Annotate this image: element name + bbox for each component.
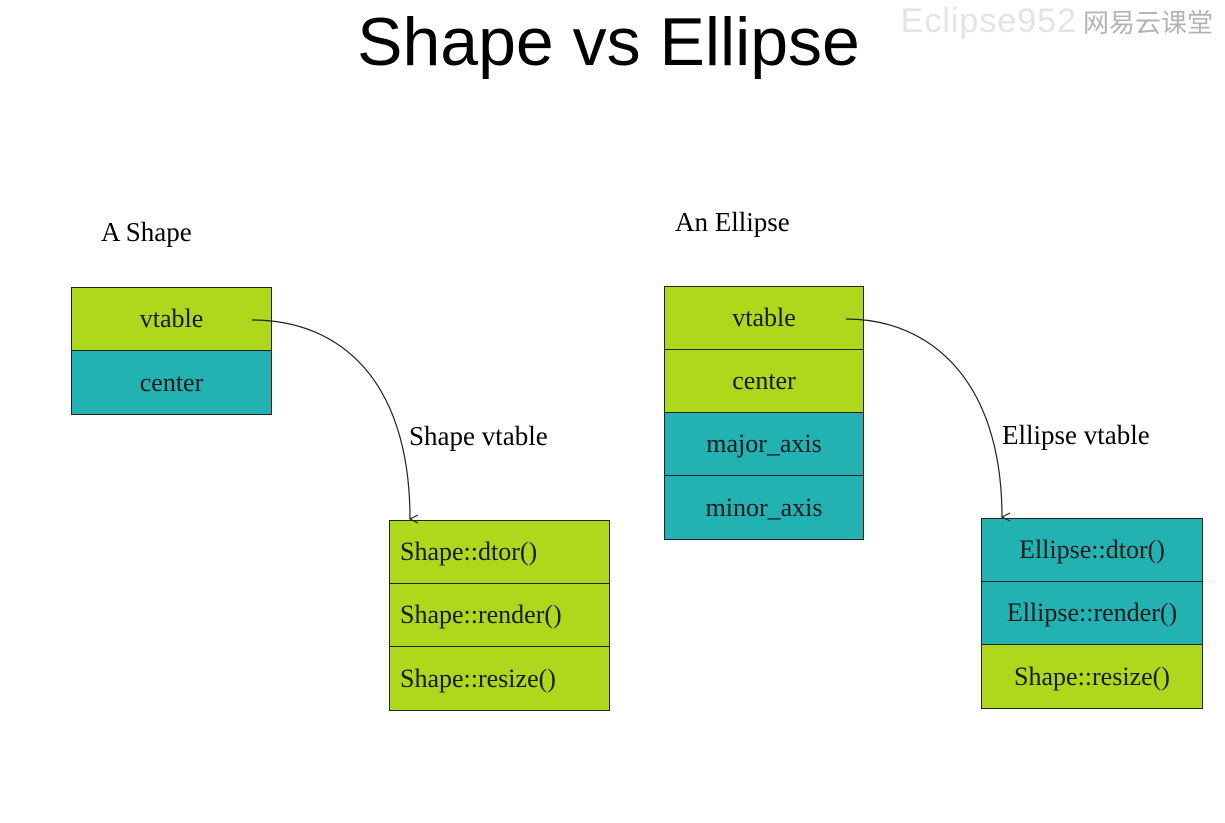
shape-vtable-label: Shape vtable [409,421,548,451]
ellipse-vtable-pointer-arrow [845,318,1002,517]
shape-vtable-entry-render: Shape::render() [390,584,609,647]
ellipse-object-box: vtable center major_axis minor_axis [664,286,864,540]
shape-field-center: center [72,351,271,414]
shape-vtable-box: Shape::dtor() Shape::render() Shape::res… [389,520,610,711]
ellipse-field-vtable: vtable [665,287,863,350]
ellipse-field-major-axis: major_axis [665,413,863,476]
shape-vtable-entry-dtor: Shape::dtor() [390,521,609,584]
ellipse-vtable-entry-resize: Shape::resize() [982,645,1202,708]
ellipse-vtable-entry-dtor: Ellipse::dtor() [982,519,1202,582]
watermark-text: Eclipse952 [900,2,1077,40]
slide-canvas: Shape vs Ellipse Eclipse952 网易云课堂 A Shap… [0,0,1225,823]
shape-object-box: vtable center [71,287,272,415]
watermark-logo: 网易云课堂 [1082,9,1213,39]
shape-field-vtable: vtable [72,288,271,351]
ellipse-field-minor-axis: minor_axis [665,476,863,539]
watermark: Eclipse952 网易云课堂 [901,2,1213,41]
ellipse-vtable-entry-render: Ellipse::render() [982,582,1202,645]
ellipse-object-label: An Ellipse [675,207,790,237]
ellipse-vtable-label: Ellipse vtable [1002,420,1150,450]
shape-object-label: A Shape [101,217,192,247]
shape-vtable-entry-resize: Shape::resize() [390,647,609,710]
ellipse-vtable-box: Ellipse::dtor() Ellipse::render() Shape:… [981,518,1203,709]
ellipse-field-center: center [665,350,863,413]
shape-vtable-pointer-arrow [251,319,410,519]
